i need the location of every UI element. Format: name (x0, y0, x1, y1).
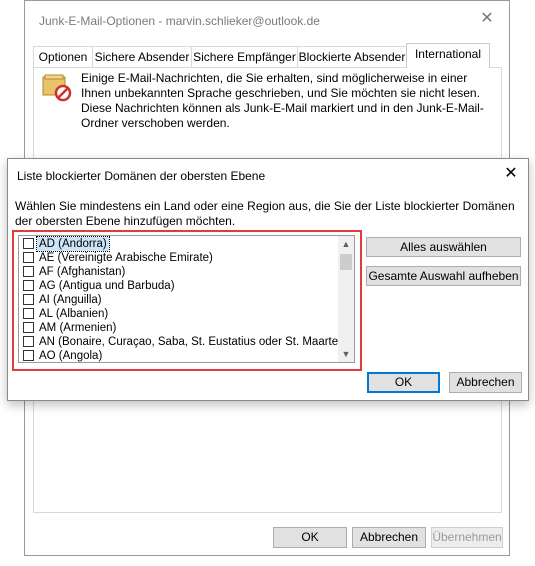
chevron-up-icon[interactable]: ▲ (338, 237, 354, 251)
scroll-thumb[interactable] (340, 254, 352, 270)
tab-sichere-absender[interactable]: Sichere Absender (92, 46, 192, 67)
ok-button-back[interactable]: OK (273, 527, 347, 548)
dialog-title: Liste blockierter Domänen der obersten E… (17, 169, 266, 183)
list-item[interactable]: AN (Bonaire, Curaçao, Saba, St. Eustatiu… (19, 335, 348, 349)
tab-international[interactable]: International (406, 43, 490, 68)
list-item[interactable]: AM (Armenien) (19, 321, 339, 335)
list-item-label: AE (Vereinigte Arabische Emirate) (39, 252, 213, 264)
tab-blockierte-absender[interactable]: Blockierte Absender (297, 46, 407, 67)
checkbox[interactable] (23, 238, 34, 249)
list-item[interactable]: AG (Antigua und Barbuda) (19, 279, 339, 293)
cancel-button-back[interactable]: Abbrechen (352, 527, 426, 548)
list-item-label: AF (Afghanistan) (39, 266, 126, 278)
list-item-label: AG (Antigua und Barbuda) (39, 280, 175, 292)
chevron-down-icon[interactable]: ▼ (338, 347, 354, 361)
list-item[interactable]: AF (Afghanistan) (19, 265, 339, 279)
checkbox[interactable] (23, 308, 34, 319)
list-item-label: AD (Andorra) (36, 236, 110, 252)
list-item[interactable]: AL (Albanien) (19, 307, 339, 321)
list-item[interactable]: AO (Angola) (19, 349, 339, 362)
list-item[interactable]: AE (Vereinigte Arabische Emirate) (19, 251, 339, 265)
clear-all-button[interactable]: Gesamte Auswahl aufheben (366, 266, 521, 286)
close-icon[interactable]: ✕ (479, 11, 495, 27)
checkbox[interactable] (23, 266, 34, 277)
checkbox[interactable] (23, 322, 34, 333)
ok-button[interactable]: OK (367, 372, 440, 393)
checkbox[interactable] (23, 294, 34, 305)
tab-optionen[interactable]: Optionen (33, 46, 93, 67)
checkbox[interactable] (23, 350, 34, 361)
list-item[interactable]: AD (Andorra) (19, 236, 339, 252)
checkbox[interactable] (23, 336, 34, 347)
tab-sichere-empfaenger[interactable]: Sichere Empfänger (191, 46, 298, 67)
checkbox[interactable] (23, 252, 34, 263)
dialog-instruction: Wählen Sie mindestens ein Land oder eine… (15, 199, 515, 228)
list-item-label: AL (Albanien) (39, 308, 109, 320)
list-item-label: AM (Armenien) (39, 322, 117, 334)
checkbox[interactable] (23, 280, 34, 291)
blocked-tld-dialog: Liste blockierter Domänen der obersten E… (7, 158, 529, 401)
info-text: Einige E-Mail-Nachrichten, die Sie erhal… (81, 71, 484, 130)
close-icon[interactable]: ✕ (502, 165, 520, 183)
cancel-button[interactable]: Abbrechen (449, 372, 522, 393)
vertical-scrollbar[interactable]: ▲ ▼ (338, 236, 354, 362)
list-item-label: AO (Angola) (39, 350, 103, 362)
select-all-button[interactable]: Alles auswählen (366, 237, 521, 257)
blocked-envelope-icon (41, 71, 73, 103)
window-title: Junk-E-Mail-Optionen - marvin.schlieker@… (39, 14, 320, 28)
apply-button-back[interactable]: Übernehmen (431, 527, 503, 548)
list-item-label: AN (Bonaire, Curaçao, Saba, St. Eustatiu… (39, 336, 349, 348)
list-item-label: AI (Anguilla) (39, 294, 102, 306)
country-listbox[interactable]: AD (Andorra) AE (Vereinigte Arabische Em… (18, 235, 355, 363)
list-item[interactable]: AI (Anguilla) (19, 293, 339, 307)
